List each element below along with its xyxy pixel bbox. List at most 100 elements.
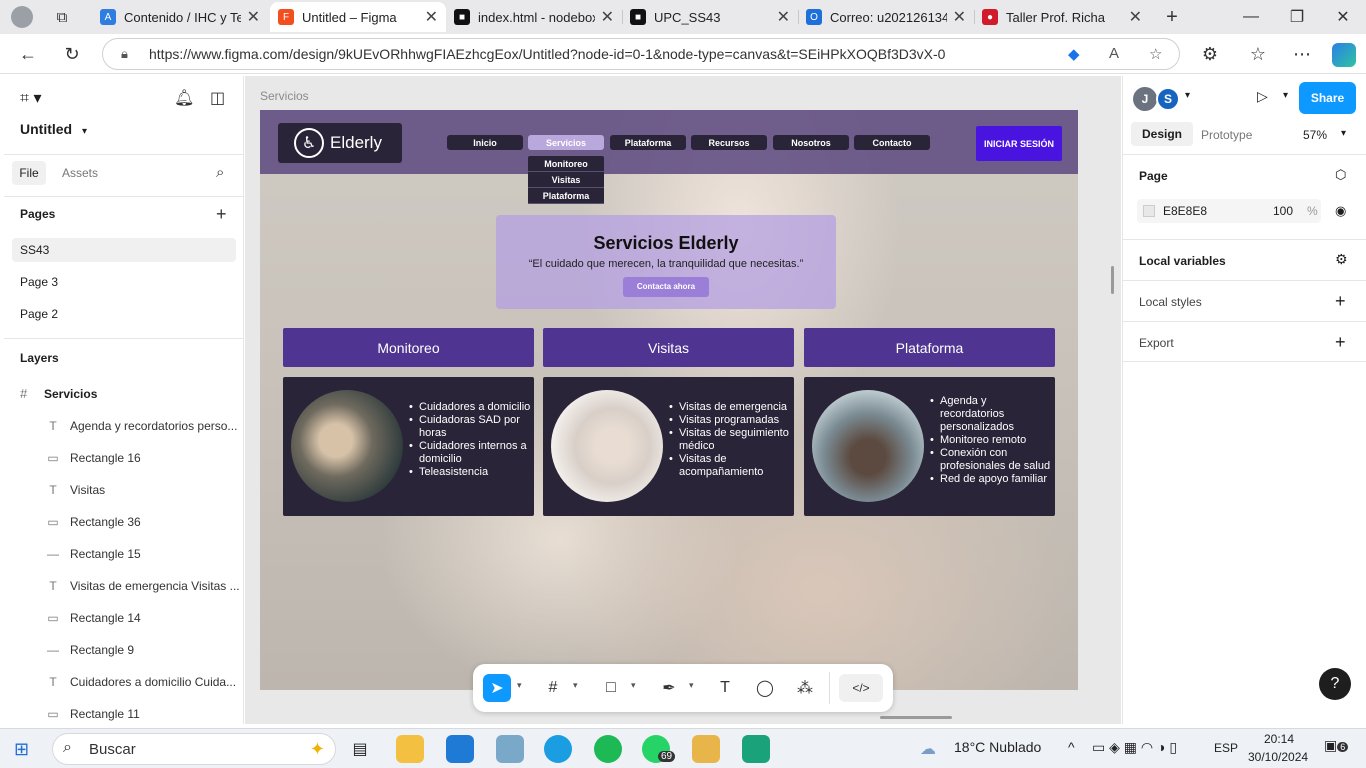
vertical-scrollbar[interactable] xyxy=(1111,266,1114,294)
extensions-icon[interactable]: ⚙ xyxy=(1196,40,1224,68)
components-icon[interactable]: ⁂ xyxy=(791,674,819,702)
tab-file[interactable]: File xyxy=(12,161,46,185)
spotify-icon[interactable] xyxy=(594,735,622,763)
contact-cta-button[interactable]: Contacta ahora xyxy=(623,277,709,297)
close-window-icon[interactable]: ✕ xyxy=(1320,0,1366,34)
workspaces-icon[interactable]: ⧉ xyxy=(48,3,76,31)
tab-figma[interactable]: F Untitled – Figma ✕ xyxy=(270,2,446,32)
color-swatch[interactable] xyxy=(1143,205,1155,217)
text-tool-icon[interactable]: T xyxy=(711,674,739,702)
sidebar-toggle-icon[interactable]: ◫ xyxy=(210,88,225,108)
layer-item[interactable]: — Rectangle 9 xyxy=(4,634,244,666)
frame-label[interactable]: Servicios xyxy=(260,89,309,103)
layer-item[interactable]: ▭ Rectangle 11 xyxy=(4,698,244,730)
chevron-down-icon[interactable]: ▾ xyxy=(1341,128,1346,139)
chevron-down-icon[interactable]: ▾ xyxy=(1283,90,1288,101)
page-item-page3[interactable]: Page 3 xyxy=(20,275,58,289)
close-tab-icon[interactable]: ✕ xyxy=(953,7,966,27)
notification-icon[interactable]: ▣ 6 xyxy=(1324,737,1349,754)
close-tab-icon[interactable]: ✕ xyxy=(777,7,790,27)
profile-icon[interactable] xyxy=(8,3,36,31)
add-style-icon[interactable]: + xyxy=(1335,291,1346,312)
styles-icon[interactable]: ⬡ xyxy=(1335,167,1346,183)
dev-mode-icon[interactable]: </> xyxy=(839,674,883,702)
page-item-page2[interactable]: Page 2 xyxy=(20,307,58,321)
page-color-value[interactable]: E8E8E8 xyxy=(1163,204,1207,218)
language-indicator[interactable]: ESP xyxy=(1214,741,1238,755)
avatar[interactable]: J xyxy=(1133,87,1157,111)
tab-taller[interactable]: ● Taller Prof. Richa ✕ xyxy=(974,2,1150,32)
tab-correo[interactable]: O Correo: u202126134 ( ✕ xyxy=(798,2,974,32)
variables-settings-icon[interactable]: ⚙ xyxy=(1335,251,1348,268)
tag-icon[interactable]: ◆ xyxy=(1068,45,1080,63)
restore-icon[interactable]: ❐ xyxy=(1274,0,1320,34)
figma-menu-icon[interactable]: ⌗ ▾ xyxy=(20,88,42,108)
close-tab-icon[interactable]: ✕ xyxy=(1129,7,1142,27)
layer-item[interactable]: T Visitas de emergencia Visitas ... xyxy=(4,570,244,602)
tab-design[interactable]: Design xyxy=(1131,122,1193,146)
chevron-up-icon[interactable]: ^ xyxy=(1068,739,1075,755)
tab-upc[interactable]: ■ UPC_SS43 ✕ xyxy=(622,2,798,32)
close-tab-icon[interactable]: ✕ xyxy=(247,7,260,27)
page-opacity-value[interactable]: 100 xyxy=(1273,204,1293,218)
page-item-ss43[interactable]: SS43 xyxy=(20,243,49,257)
system-tray-icons[interactable]: ▭ ◈ ▦ ◠ ◑ ▯ xyxy=(1092,739,1177,756)
layer-root-servicios[interactable]: Servicios xyxy=(44,387,97,401)
help-icon[interactable]: ? xyxy=(1319,668,1351,700)
design-canvas[interactable]: Servicios ♿︎ Elderly Inicio Servicios Pl… xyxy=(245,76,1121,724)
nav-servicios[interactable]: Servicios xyxy=(528,135,604,150)
copilot-icon[interactable] xyxy=(1332,43,1356,67)
layer-item[interactable]: ▭ Rectangle 14 xyxy=(4,602,244,634)
local-variables-section[interactable]: Local variables ⚙ xyxy=(1123,239,1366,280)
layer-item[interactable]: ▭ Rectangle 16 xyxy=(4,442,244,474)
close-tab-icon[interactable]: ✕ xyxy=(601,7,614,27)
layer-item[interactable]: T Visitas xyxy=(4,474,244,506)
app-icon[interactable] xyxy=(742,735,770,763)
servicios-frame[interactable]: ♿︎ Elderly Inicio Servicios Plataforma R… xyxy=(260,110,1078,690)
nav-plataforma[interactable]: Plataforma xyxy=(610,135,686,150)
read-aloud-icon[interactable]: A xyxy=(1109,45,1119,62)
chevron-down-icon[interactable]: ▾ xyxy=(689,680,694,691)
tab-contenido[interactable]: A Contenido / IHC y Tec ✕ xyxy=(92,2,268,32)
add-page-icon[interactable]: + xyxy=(216,204,227,225)
nav-contacto[interactable]: Contacto xyxy=(854,135,930,150)
reload-icon[interactable]: ↻ xyxy=(58,40,86,68)
back-icon[interactable]: ← xyxy=(14,40,42,68)
eye-visibility-icon[interactable]: ◉ xyxy=(1335,203,1346,219)
url-field[interactable]: 🔒︎ https://www.figma.com/design/9kUEvORh… xyxy=(102,38,1180,70)
pen-tool-icon[interactable]: ✒ xyxy=(655,674,683,702)
file-name[interactable]: Untitled ▾ xyxy=(20,121,87,137)
tab-nodebox[interactable]: ■ index.html - nodebox ✕ xyxy=(446,2,622,32)
tab-prototype[interactable]: Prototype xyxy=(1201,128,1252,142)
chevron-down-icon[interactable]: ▾ xyxy=(517,680,522,691)
comment-tool-icon[interactable]: ◯ xyxy=(751,674,779,702)
zoom-level[interactable]: 57% xyxy=(1303,128,1327,142)
whatsapp-icon[interactable]: 69 xyxy=(642,735,676,763)
chevron-down-icon[interactable]: ▾ xyxy=(573,680,578,691)
weather-text[interactable]: 18°C Nublado xyxy=(954,739,1041,755)
login-button[interactable]: INICIAR SESIÓN xyxy=(976,126,1062,161)
nav-inicio[interactable]: Inicio xyxy=(447,135,523,150)
move-tool-icon[interactable]: ➤ xyxy=(483,674,511,702)
clock-time[interactable]: 20:14 xyxy=(1264,732,1294,746)
dropdown-item-visitas[interactable]: Visitas xyxy=(528,172,604,188)
nav-nosotros[interactable]: Nosotros xyxy=(773,135,849,150)
dropdown-item-monitoreo[interactable]: Monitoreo xyxy=(528,156,604,172)
favorites-icon[interactable]: ☆ xyxy=(1244,40,1272,68)
horizontal-scrollbar[interactable] xyxy=(880,716,952,719)
chevron-down-icon[interactable]: ▾ xyxy=(1185,90,1190,101)
clock-date[interactable]: 30/10/2024 xyxy=(1248,750,1308,764)
present-play-icon[interactable]: ▷ xyxy=(1257,88,1268,105)
dropdown-item-plataforma[interactable]: Plataforma xyxy=(528,188,604,204)
frame-tool-icon[interactable]: # xyxy=(539,674,567,702)
favorite-star-icon[interactable]: ☆ xyxy=(1149,45,1162,63)
local-styles-section[interactable]: Local styles + xyxy=(1123,280,1366,321)
layer-item[interactable]: T Agenda y recordatorios perso... xyxy=(4,410,244,442)
layer-item[interactable]: T Cuidadores a domicilio Cuida... xyxy=(4,666,244,698)
share-button[interactable]: Share xyxy=(1299,82,1356,114)
layer-item[interactable]: ▭ Rectangle 36 xyxy=(4,506,244,538)
notifications-bell-icon[interactable]: 🔔︎ xyxy=(174,88,194,108)
nav-recursos[interactable]: Recursos xyxy=(691,135,767,150)
edge-icon[interactable] xyxy=(544,735,572,763)
page-fill-field[interactable]: E8E8E8 100 % xyxy=(1137,199,1321,223)
